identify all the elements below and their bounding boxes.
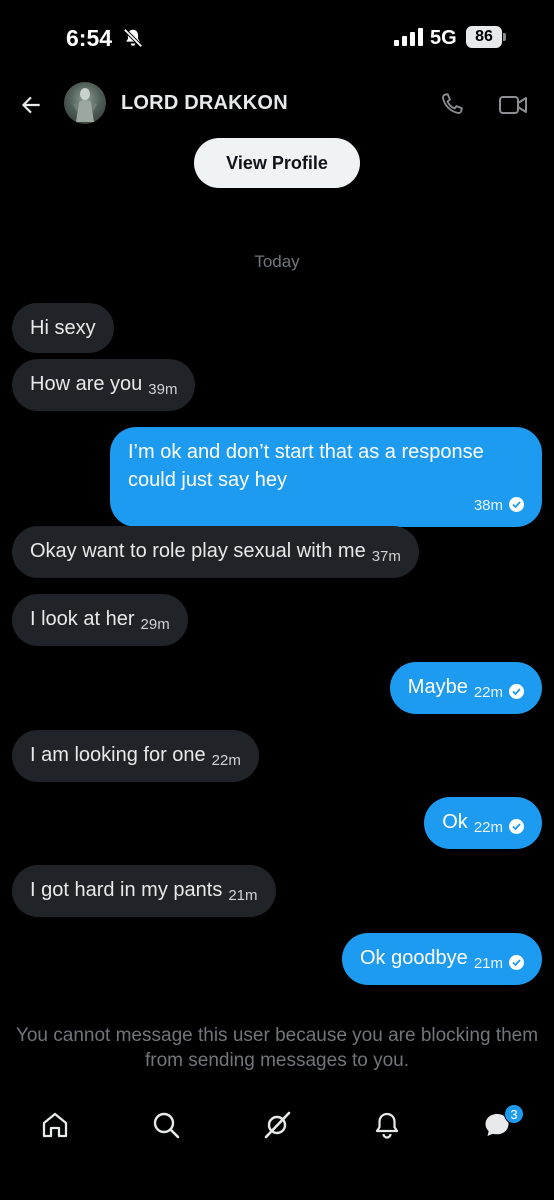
status-time: 6:54 bbox=[66, 25, 113, 51]
search-icon[interactable] bbox=[151, 1110, 181, 1140]
back-arrow-icon[interactable] bbox=[18, 92, 44, 118]
silent-bell-icon bbox=[123, 28, 143, 48]
message-bubble-outgoing[interactable]: Maybe 22m bbox=[389, 662, 542, 714]
blocked-notice: You cannot message this user because you… bbox=[15, 1025, 539, 1071]
message-time: 29m bbox=[140, 616, 170, 633]
video-call-icon[interactable] bbox=[498, 93, 528, 117]
message-bubble-incoming[interactable]: I am looking for one 22m bbox=[12, 730, 259, 782]
message-text: Ok bbox=[442, 811, 468, 833]
phone-call-icon[interactable] bbox=[438, 92, 464, 118]
home-icon[interactable] bbox=[40, 1110, 70, 1140]
network-type: 5G bbox=[430, 27, 457, 49]
battery-level: 86 bbox=[466, 26, 502, 48]
message-time: 22m bbox=[211, 752, 241, 769]
message-text: I got hard in my pants bbox=[30, 879, 223, 901]
message-text: How are you bbox=[30, 373, 143, 395]
dm-conversation-screen: 6:54 5G 86 LORD DRAKKON View Profile Tod… bbox=[0, 0, 554, 1200]
message-bubble-incoming[interactable]: How are you 39m bbox=[12, 359, 196, 411]
message-time: 22m bbox=[473, 819, 503, 836]
message-bubble-outgoing[interactable]: I’m ok and don’t start that as a respons… bbox=[110, 427, 542, 527]
bottom-navigation bbox=[0, 1098, 554, 1154]
message-text: Okay want to role play sexual with me bbox=[30, 540, 366, 562]
view-profile-button[interactable]: View Profile bbox=[194, 138, 360, 188]
message-text: Maybe bbox=[407, 676, 468, 698]
day-separator: Today bbox=[254, 252, 300, 271]
message-time: 37m bbox=[371, 548, 401, 565]
message-bubble-incoming[interactable]: I got hard in my pants 21m bbox=[12, 865, 276, 917]
status-bar: 6:54 5G 86 bbox=[0, 0, 554, 72]
message-text: Ok goodbye bbox=[359, 947, 468, 969]
seen-check-icon bbox=[509, 955, 524, 970]
avatar[interactable] bbox=[64, 82, 106, 124]
message-time: 21m bbox=[228, 887, 258, 904]
seen-check-icon bbox=[509, 497, 524, 512]
seen-check-icon bbox=[509, 684, 524, 699]
message-bubble-incoming[interactable]: Hi sexy bbox=[12, 303, 114, 353]
message-bubble-outgoing[interactable]: Ok goodbye 21m bbox=[341, 933, 542, 985]
message-bubble-outgoing[interactable]: Ok 22m bbox=[424, 797, 542, 849]
message-text: I am looking for one bbox=[30, 744, 206, 766]
avatar-figure-icon bbox=[73, 88, 97, 122]
notifications-icon[interactable] bbox=[372, 1110, 402, 1140]
conversation-header: LORD DRAKKON bbox=[0, 72, 554, 136]
battery-icon: 86 bbox=[466, 26, 506, 48]
message-time: 38m bbox=[473, 497, 503, 514]
message-bubble-incoming[interactable]: I look at her 29m bbox=[12, 594, 188, 646]
signal-icon bbox=[394, 28, 423, 46]
message-bubble-incoming[interactable]: Okay want to role play sexual with me 37m bbox=[12, 526, 419, 578]
message-text: I look at her bbox=[30, 608, 135, 630]
grok-icon[interactable] bbox=[262, 1110, 292, 1140]
message-time: 22m bbox=[473, 684, 503, 701]
seen-check-icon bbox=[509, 819, 524, 834]
message-text: Hi sexy bbox=[30, 317, 96, 339]
message-time: 21m bbox=[473, 955, 503, 972]
contact-name[interactable]: LORD DRAKKON bbox=[121, 92, 288, 115]
messages-badge: 3 bbox=[504, 1104, 524, 1124]
message-time: 39m bbox=[148, 381, 178, 398]
